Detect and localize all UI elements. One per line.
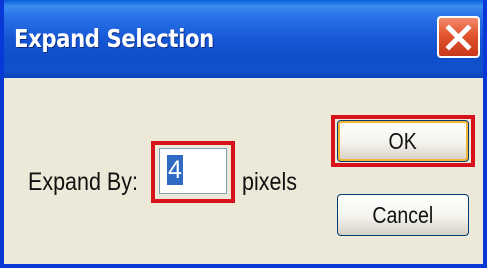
title-bar[interactable]: Expand Selection bbox=[4, 0, 483, 78]
expand-by-input[interactable]: 4 bbox=[159, 148, 227, 194]
cancel-button[interactable]: Cancel bbox=[337, 194, 469, 236]
expand-by-field[interactable] bbox=[160, 149, 226, 193]
expand-selection-dialog: Expand Selection Expand By: 4 pixels OK … bbox=[0, 0, 487, 268]
pixels-unit-label: pixels bbox=[242, 168, 297, 196]
close-button[interactable] bbox=[437, 16, 480, 58]
dialog-body: Expand By: 4 pixels OK Cancel bbox=[4, 78, 483, 264]
close-icon bbox=[445, 24, 472, 51]
expand-by-label: Expand By: bbox=[28, 168, 138, 196]
dialog-title: Expand Selection bbox=[14, 24, 214, 53]
cancel-button-label: Cancel bbox=[372, 202, 434, 228]
ok-button[interactable]: OK bbox=[337, 120, 469, 162]
ok-button-label: OK bbox=[388, 128, 418, 154]
